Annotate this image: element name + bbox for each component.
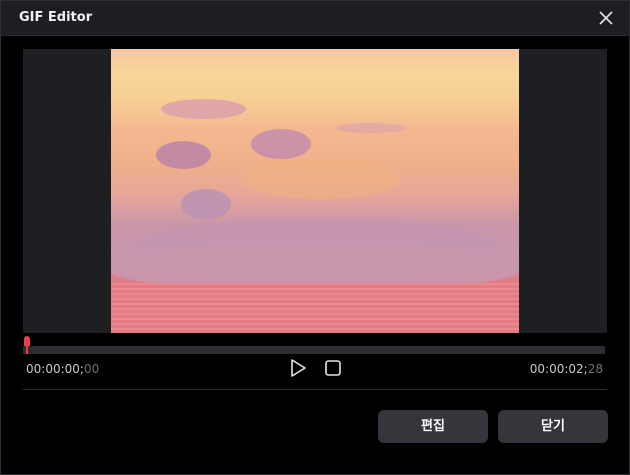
play-icon[interactable] bbox=[289, 358, 307, 378]
current-time-value: 00:00:00; bbox=[26, 362, 84, 376]
gif-preview-area bbox=[23, 49, 607, 333]
stop-icon[interactable] bbox=[324, 358, 342, 378]
total-time-value: 00:00:02; bbox=[529, 362, 588, 376]
title-bar: GIF Editor bbox=[1, 1, 629, 36]
timeline-track[interactable] bbox=[23, 346, 605, 354]
window-title: GIF Editor bbox=[19, 10, 93, 25]
playhead-line bbox=[26, 344, 28, 354]
gif-frame-image bbox=[111, 49, 519, 333]
close-icon[interactable] bbox=[597, 9, 615, 27]
close-button[interactable]: 닫기 bbox=[498, 410, 608, 443]
current-frame-value: 00 bbox=[83, 362, 100, 376]
divider bbox=[23, 389, 607, 390]
gif-editor-window: GIF Editor 00:00:00;00 00:00:02;28 편집 닫기 bbox=[0, 0, 630, 475]
total-frame-value: 28 bbox=[587, 362, 603, 376]
total-time: 00:00:02;28 bbox=[530, 362, 603, 376]
sea bbox=[111, 285, 519, 333]
edit-button[interactable]: 편집 bbox=[378, 410, 488, 443]
current-time: 00:00:00;00 bbox=[26, 362, 99, 376]
